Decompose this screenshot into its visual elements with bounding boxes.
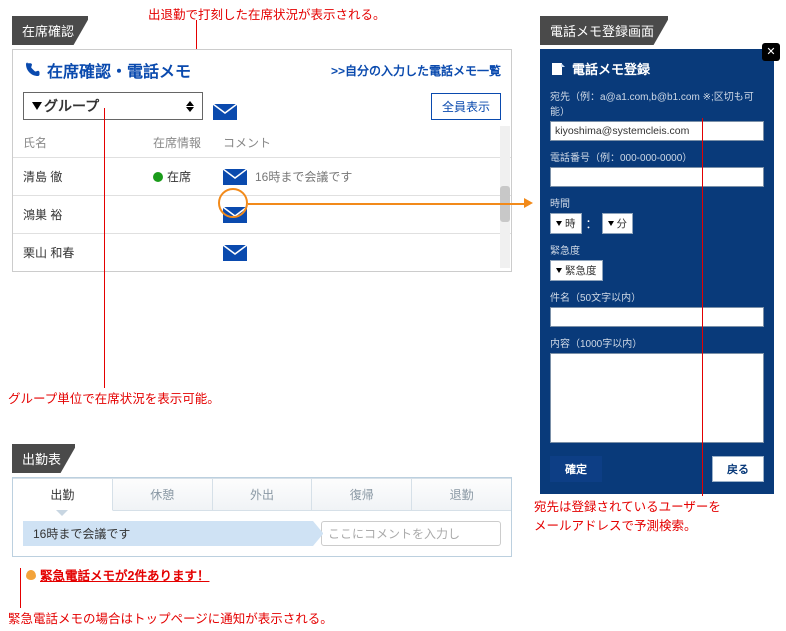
col-name: 氏名 [23,134,153,151]
time-colon: ： [586,215,598,232]
comment-tag: 16時まで会議です [23,521,313,546]
row-name: 清島 徹 [23,168,153,185]
arrow-head-icon [524,198,533,208]
status-dot-icon [153,172,163,182]
callout-line [104,108,105,388]
bell-icon [26,570,36,580]
select-arrows-icon [186,101,194,112]
alert-line: 緊急電話メモが2件あります！ [26,565,512,584]
time-min-label: 分 [617,216,628,231]
highlight-circle-icon [218,188,248,218]
comment-input[interactable]: ここにコメントを入力し [321,521,501,546]
attendance-box: 出勤 休憩 外出 復帰 退勤 16時まで会議です ここにコメントを入力し [12,477,512,557]
subject-label: 件名（50文字以内） [550,289,764,304]
group-select-label: グループ [44,96,99,116]
close-icon[interactable]: ✕ [762,43,780,61]
phone-input[interactable] [550,167,764,187]
memo-dialog: ✕ 電話メモ登録 宛先（例：a@a1.com,b@b1.com ※;区切も可能）… [540,49,774,494]
presence-box: 在席確認・電話メモ >>自分の入力した電話メモ一覧 グループ 全員表示 氏名 在… [12,49,512,272]
memo-list-link[interactable]: >>自分の入力した電話メモ一覧 [331,62,501,79]
chevron-down-icon [608,221,614,226]
to-label: 宛先（例：a@a1.com,b@b1.com ※;区切も可能） [550,88,764,118]
chevron-down-icon [32,102,42,110]
attendance-panel: 出勤表 出勤 休憩 外出 復帰 退勤 16時まで会議です ここにコメントを入力し… [12,444,512,584]
presence-title: 在席確認・電話メモ [47,58,191,82]
row-status: 在席 [167,168,191,185]
subject-input[interactable] [550,307,764,327]
tab-out[interactable]: 外出 [213,479,313,511]
urgency-select[interactable]: 緊急度 [550,260,603,281]
row-envelope[interactable] [223,169,247,185]
col-status: 在席情報 [153,134,223,151]
phone-icon [23,61,41,79]
callout-line [702,118,703,496]
memo-badge: 電話メモ登録画面 [540,16,668,45]
callout-alert-home: 緊急電話メモの場合はトップページに通知が表示される。 [8,608,333,627]
time-hour-label: 時 [565,216,576,231]
table-row: 栗山 和春 [13,233,511,271]
body-label: 内容（1000字以内） [550,335,764,350]
urgency-label: 緊急度 [550,242,764,257]
phone-label: 電話番号（例：000-000-0000） [550,149,764,164]
memo-title-text: 電話メモ登録 [572,59,650,78]
presence-panel: 在席確認 在席確認・電話メモ >>自分の入力した電話メモ一覧 グループ 全員表示 [12,16,512,272]
table-row: 鴻巣 裕 [13,195,511,233]
row-name: 栗山 和春 [23,244,153,261]
callout-recipient-search: 宛先は登録されているユーザーをメールアドレスで予測検索。 [534,498,721,536]
table-row: 清島 徹 在席 16時まで会議です [13,157,511,195]
body-input[interactable] [550,353,764,443]
col-comment: コメント [223,134,501,151]
memo-title-icon [550,61,566,77]
group-select[interactable]: グループ [23,92,203,120]
row-comment: 16時まで会議です [255,168,352,185]
presence-badge: 在席確認 [12,16,88,45]
confirm-button[interactable]: 確定 [550,456,602,482]
memo-panel: 電話メモ登録画面 ✕ 電話メモ登録 宛先（例：a@a1.com,b@b1.com… [540,16,774,494]
chevron-down-icon [556,268,562,273]
tab-leave[interactable]: 退勤 [412,479,511,511]
tab-break[interactable]: 休憩 [113,479,213,511]
time-min-select[interactable]: 分 [602,213,634,234]
tab-return[interactable]: 復帰 [312,479,412,511]
row-name: 鴻巣 裕 [23,206,153,223]
chevron-down-icon [556,221,562,226]
time-hour-select[interactable]: 時 [550,213,582,234]
to-input[interactable] [550,121,764,141]
scrollbar[interactable] [500,126,510,268]
back-button[interactable]: 戻る [712,456,764,482]
arrow-line [248,203,526,205]
tab-attend[interactable]: 出勤 [13,479,113,511]
callout-group-filter: グループ単位で在席状況を表示可能。 [8,388,220,407]
urgency-value: 緊急度 [565,263,597,278]
alert-link[interactable]: 緊急電話メモが2件あります！ [40,569,209,583]
show-all-button[interactable]: 全員表示 [431,93,501,120]
callout-line [20,568,21,608]
time-label: 時間 [550,195,764,210]
row-envelope[interactable] [223,245,247,261]
attendance-badge: 出勤表 [12,444,75,473]
